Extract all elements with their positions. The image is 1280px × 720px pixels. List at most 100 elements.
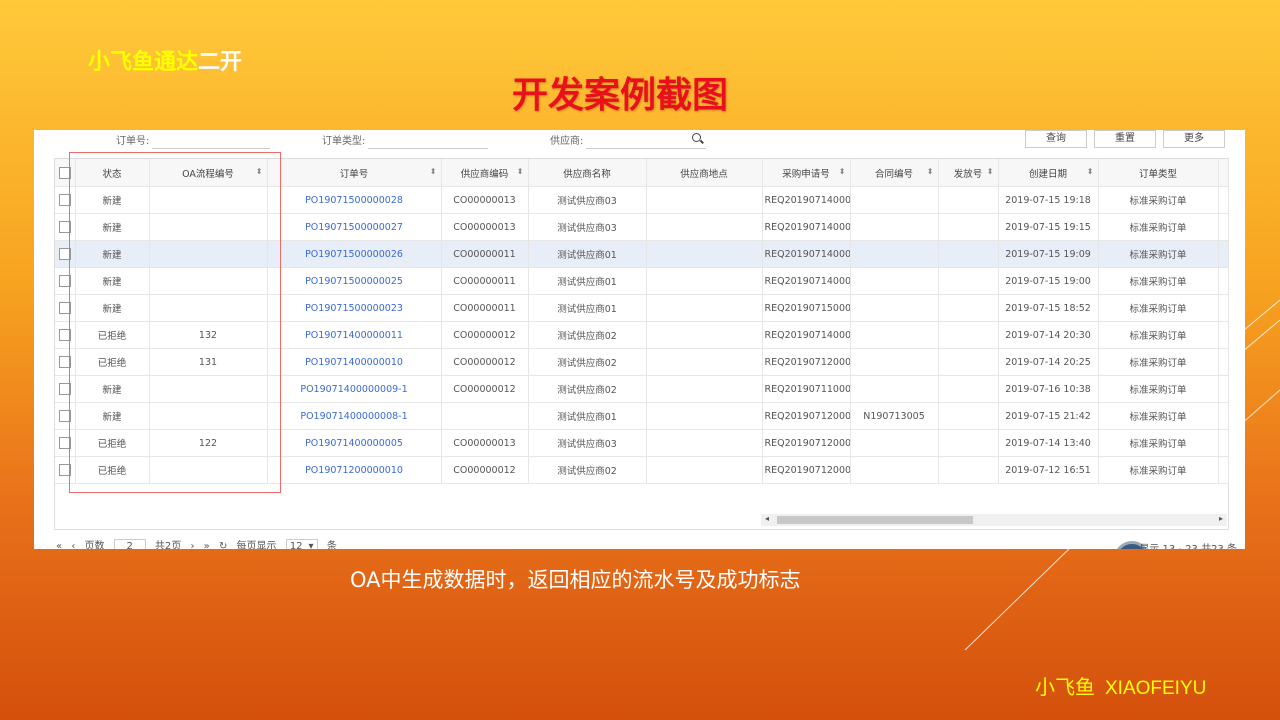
cell-order[interactable]: PO19071400000010 (267, 348, 442, 376)
cell-date: 2019-07-15 19:15 (998, 213, 1099, 241)
col-order-type[interactable]: 订单类型 (1098, 159, 1219, 187)
sort-icon[interactable]: ⬍ (430, 167, 437, 176)
cell-order[interactable]: PO19071500000026 (267, 240, 442, 268)
cell-release (938, 429, 999, 457)
cell-req: REQ20190714000... (762, 321, 851, 349)
cell-order[interactable]: PO19071400000011 (267, 321, 442, 349)
cell-sup_loc (646, 186, 763, 214)
cell-type: 标准采购订单 (1098, 348, 1219, 376)
cell-order[interactable]: PO19071500000025 (267, 267, 442, 295)
page-size-label: 每页显示 (236, 541, 277, 549)
scroll-right-icon[interactable]: ▸ (1219, 514, 1223, 523)
cell-sup_name: 测试供应商01 (528, 240, 647, 268)
cell-order[interactable]: PO19071400000009-1 (267, 375, 442, 403)
cell-sup_code: CO00000012 (441, 456, 529, 484)
col-contract-no[interactable]: 合同编号 ⬍ (850, 159, 939, 187)
cell-date: 2019-07-15 19:00 (998, 267, 1099, 295)
search-icon[interactable] (692, 133, 701, 142)
footer-brand-cn: 小飞鱼 (1035, 675, 1095, 699)
reset-button[interactable]: 重置 (1094, 130, 1156, 148)
cell-sup_name: 测试供应商03 (528, 213, 647, 241)
cell-type: 标准采购订单 (1098, 267, 1219, 295)
cell-sup_code: CO00000012 (441, 348, 529, 376)
order-no-input[interactable] (152, 133, 270, 149)
cell-order[interactable]: PO19071400000008-1 (267, 402, 442, 430)
cell-type: 标准采购订单 (1098, 186, 1219, 214)
cell-date: 2019-07-15 21:42 (998, 402, 1099, 430)
next-page-icon[interactable]: › (190, 541, 194, 549)
sort-icon[interactable]: ⬍ (517, 167, 524, 176)
cell-contract (850, 456, 939, 484)
cell-release (938, 321, 999, 349)
cell-contract (850, 348, 939, 376)
cell-order[interactable]: PO19071500000023 (267, 294, 442, 322)
cell-type: 标准采购订单 (1098, 213, 1219, 241)
cell-req: REQ20190715000... (762, 294, 851, 322)
cell-sup_code: CO00000011 (441, 294, 529, 322)
cell-sup_code (441, 402, 529, 430)
last-page-icon[interactable]: » (204, 541, 210, 549)
col-order-no[interactable]: 订单号 ⬍ (267, 159, 442, 187)
page-size-select[interactable]: 12 ▾ (285, 539, 318, 549)
cell-date: 2019-07-14 13:40 (998, 429, 1099, 457)
sort-icon[interactable]: ⬍ (987, 167, 994, 176)
cell-contract (850, 321, 939, 349)
order-type-select[interactable] (368, 133, 488, 149)
cell-release (938, 348, 999, 376)
cell-contract (850, 294, 939, 322)
cell-sup_loc (646, 213, 763, 241)
pagination: « ‹ 页数 2 共2页 › » ↻ 每页显示 12 ▾ 条 (56, 537, 343, 549)
prev-page-icon[interactable]: ‹ (71, 541, 75, 549)
cell-contract (850, 213, 939, 241)
scroll-left-icon[interactable]: ◂ (765, 514, 769, 523)
cell-sup_name: 测试供应商02 (528, 456, 647, 484)
cell-order[interactable]: PO19071200000010 (267, 456, 442, 484)
footer-brand: 小飞鱼 XIAOFEIYU (1035, 671, 1206, 700)
cell-req: REQ20190711000... (762, 375, 851, 403)
cell-release (938, 213, 999, 241)
cell-req: REQ20190712000... (762, 429, 851, 457)
cell-sup_code: CO00000013 (441, 429, 529, 457)
sort-icon[interactable]: ⬍ (927, 167, 934, 176)
col-request-no[interactable]: 采购申请号 ⬍ (762, 159, 851, 187)
cell-date: 2019-07-16 10:38 (998, 375, 1099, 403)
query-button[interactable]: 查询 (1025, 130, 1087, 148)
record-range: 显示 13 - 23 共23 条 (1139, 540, 1237, 549)
more-button[interactable]: 更多 (1163, 130, 1225, 148)
supplier-input[interactable] (586, 133, 706, 149)
sort-icon[interactable]: ⬍ (1087, 167, 1094, 176)
refresh-icon[interactable]: ↻ (219, 541, 227, 549)
scroll-thumb[interactable] (777, 516, 973, 524)
cell-req: REQ20190712000... (762, 348, 851, 376)
cell-sup_loc (646, 348, 763, 376)
cell-contract: N190713005 (850, 402, 939, 430)
cell-sup_code: CO00000012 (441, 321, 529, 349)
horizontal-scrollbar[interactable]: ◂ ▸ (761, 514, 1227, 526)
page-number-input[interactable]: 2 (113, 539, 146, 549)
col-release-no[interactable]: 发放号 ⬍ (938, 159, 999, 187)
cell-req: REQ20190712000... (762, 456, 851, 484)
cell-order[interactable]: PO19071400000005 (267, 429, 442, 457)
col-created-date[interactable]: 创建日期 ⬍ (998, 159, 1099, 187)
cell-order[interactable]: PO19071500000027 (267, 213, 442, 241)
cell-sup_code: CO00000012 (441, 375, 529, 403)
first-page-icon[interactable]: « (56, 541, 62, 549)
cell-date: 2019-07-14 20:25 (998, 348, 1099, 376)
cell-contract (850, 375, 939, 403)
col-supplier-name[interactable]: 供应商名称 (528, 159, 647, 187)
cell-type: 标准采购订单 (1098, 321, 1219, 349)
cell-sup_loc (646, 294, 763, 322)
cell-sup_loc (646, 375, 763, 403)
cell-release (938, 402, 999, 430)
cell-contract (850, 429, 939, 457)
col-supplier-code[interactable]: 供应商编码 ⬍ (441, 159, 529, 187)
cell-release (938, 375, 999, 403)
cell-sup_name: 测试供应商01 (528, 402, 647, 430)
cell-contract (850, 186, 939, 214)
cell-sup_loc (646, 456, 763, 484)
highlight-box (69, 152, 281, 493)
col-supplier-location[interactable]: 供应商地点 (646, 159, 763, 187)
cell-type: 标准采购订单 (1098, 456, 1219, 484)
sort-icon[interactable]: ⬍ (839, 167, 846, 176)
cell-order[interactable]: PO19071500000028 (267, 186, 442, 214)
